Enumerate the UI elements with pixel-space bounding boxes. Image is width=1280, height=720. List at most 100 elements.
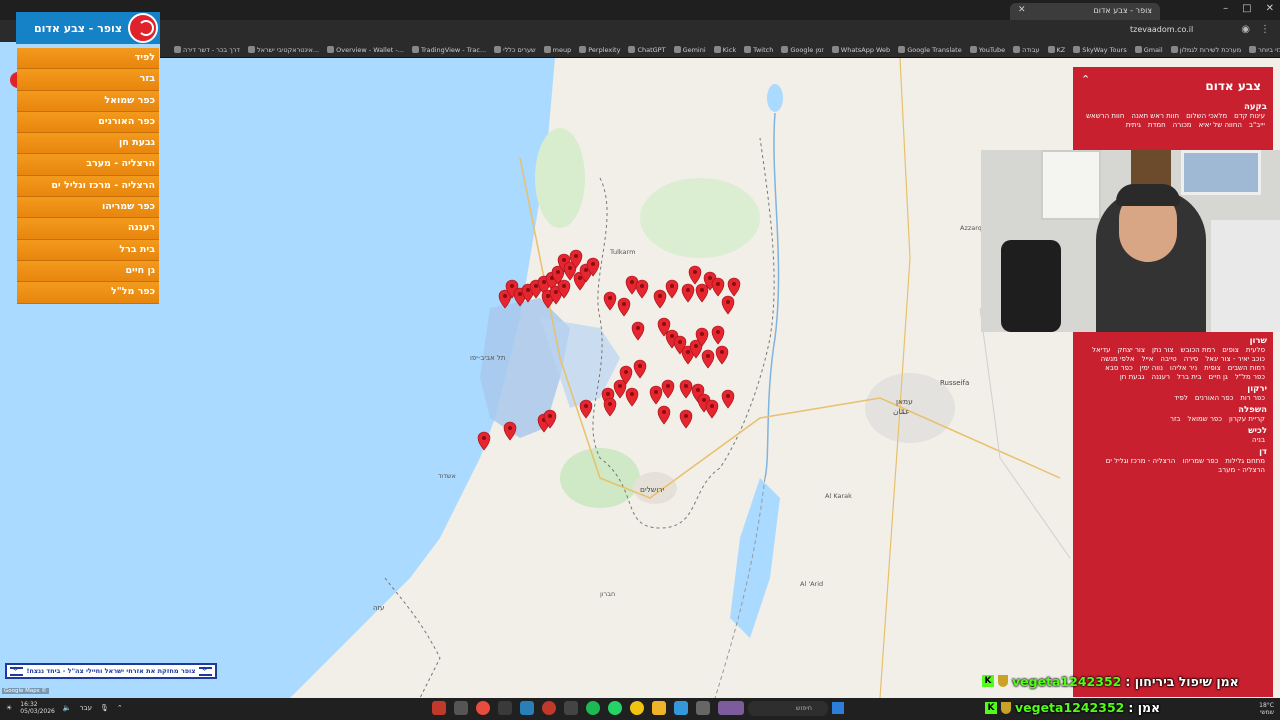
bookmark-item[interactable]: SkyWay Tours [1073,45,1127,54]
bookmark-label: SkyWay Tours [1082,45,1127,54]
profile-icon[interactable]: ◉ [1241,24,1250,35]
kick-badge-icon: K [982,675,994,687]
volume-icon[interactable]: 🔈 [63,704,72,712]
alert-town: כפר סבא [1105,364,1133,372]
app-icon[interactable] [432,701,446,715]
alert-city-item[interactable]: הרצליה - מרכז וגליל ים [17,175,159,198]
bookmark-item[interactable]: WhatsApp Web [831,45,891,54]
maximize-icon[interactable]: □ [1242,3,1251,14]
bookmark-item[interactable]: Gmail [1134,46,1163,54]
alert-region-label: שרון [1249,336,1267,346]
whatsapp-icon[interactable] [608,701,622,715]
app-icon[interactable] [476,701,490,715]
alert-town: עדיאל [1092,346,1111,354]
alert-city-item[interactable]: בזר [17,69,159,91]
app-icon[interactable] [696,701,710,715]
alert-town: כפר שמואל [1187,415,1222,423]
alert-city-item[interactable]: כפר האורנים [17,111,159,134]
close-window-icon[interactable]: ✕ [1266,3,1274,14]
alert-pin-dot [696,388,700,392]
green-area [535,128,585,228]
bookmark-item[interactable]: מרכזי ביוחר [1249,46,1280,54]
alert-pin-dot [624,370,628,374]
clock-time: 16:32 [20,701,38,708]
url-field[interactable]: tzevaadom.co.il [1130,25,1193,34]
bookmark-item[interactable]: Perplexity [579,46,620,54]
alert-town: מלאכי השלום [1186,112,1228,120]
alert-pin-dot [562,258,566,262]
bookmark-item[interactable]: Twitch [744,46,773,54]
app-icon[interactable] [564,701,578,715]
alert-city-item[interactable]: רעננה [17,218,159,240]
mic-icon[interactable]: 🎙 [100,704,109,712]
taskbar-search[interactable]: חיפוש [748,701,828,716]
bookmark-item[interactable]: Google Translate [898,46,962,54]
chat-username: vegeta1242352 [1012,673,1122,689]
bookmark-item[interactable]: עבודה [1013,46,1040,54]
bookmark-item[interactable]: שערים כללי [494,46,536,54]
alert-pin-dot [716,330,720,334]
alert-region-label: לכיש [1248,426,1267,436]
bookmark-label: meup [552,45,572,54]
alert-pin-dot [548,414,552,418]
alert-city-item[interactable]: כפר שמריהו [17,197,159,219]
bookmark-label: WhatsApp Web [840,45,891,54]
app-icon[interactable] [498,701,512,715]
bookmark-item[interactable]: Gemini [673,46,706,54]
alert-town-list: סלעית צופים רמת הכובש צור נתן צור יצחק עדיאל כ… [1073,346,1273,381]
alert-city-item[interactable]: בית ברל [17,239,159,261]
alert-town: אלפי מנשה [1100,355,1135,363]
alert-city-item[interactable]: הרצליה - מערב [17,154,159,176]
bookmark-item[interactable]: אינטראקטיבי ישראל... [247,46,319,54]
minimize-icon[interactable]: – [1223,3,1228,14]
alert-pin-dot [654,390,658,394]
bookmark-item[interactable]: Google זמן [781,46,824,54]
folder-icon[interactable] [652,701,666,715]
map-label-amman: عمّان [893,407,910,416]
alert-city-item[interactable]: כפר שמואל [17,90,159,112]
alert-town: חוות ראש תאנה [1131,112,1180,120]
bookmark-item[interactable]: YouTube [969,45,1006,54]
bookmark-favicon-icon [411,46,419,53]
language-label[interactable]: עבר [80,704,92,712]
bookmark-label: Twitch [753,45,774,54]
alert-pin-dot [526,288,530,292]
collapse-chevron-icon[interactable]: ⌃ [1081,73,1090,86]
bookmark-item[interactable]: TradingView - Trac... [411,46,486,54]
alert-pin-dot [702,398,706,402]
bookmark-item[interactable]: מערכת לשירות לגמלון [1170,46,1241,54]
bookmark-item[interactable]: meup [543,45,572,54]
alert-town: כוכב יאיר - צור יגאל [1205,355,1265,363]
alert-pin-dot [658,294,662,298]
browser-tab-active[interactable]: צופר - צבע אדום ✕ [1010,3,1160,20]
app-icon[interactable] [718,701,744,715]
chevron-up-icon[interactable]: ⌃ [117,704,123,712]
bookmark-item[interactable]: Overview - Wallet -... [327,46,404,54]
app-icon[interactable] [454,701,468,715]
subscriber-badge-icon [1001,701,1011,714]
alert-pin-dot [662,322,666,326]
bookmark-item[interactable]: KZ [1047,46,1065,54]
alert-pin-dot [568,266,572,270]
alert-city-item[interactable]: גבעת חן [17,133,159,155]
bookmark-item[interactable]: דרך בכר - דשר דירה [174,46,240,54]
tab-title: צופר - צבע אדום [1093,6,1152,15]
chrome-icon[interactable] [630,701,644,715]
app-icon[interactable] [520,701,534,715]
bookmark-item[interactable]: Kick [713,46,736,54]
app-icon[interactable] [542,701,556,715]
menu-icon[interactable]: ⋮ [1260,24,1270,35]
spotify-icon[interactable] [586,701,600,715]
alert-city-item[interactable]: גן חיים [17,260,159,283]
alert-pin-dot [666,384,670,388]
bookmark-label: YouTube [978,45,1006,54]
windows-start-icon[interactable] [832,702,844,714]
tab-close-icon[interactable]: ✕ [1018,5,1026,15]
alert-town-list: בניה [1073,436,1273,444]
alert-region-label: בקעה [1244,102,1267,112]
app-brand[interactable]: צופר - צבע אדום [16,12,160,44]
bookmark-item[interactable]: ChatGPT [628,46,666,54]
app-icon[interactable] [674,701,688,715]
alert-city-item[interactable]: לפיד [17,48,159,70]
alert-city-item[interactable]: כפר מל"ל [17,282,159,304]
